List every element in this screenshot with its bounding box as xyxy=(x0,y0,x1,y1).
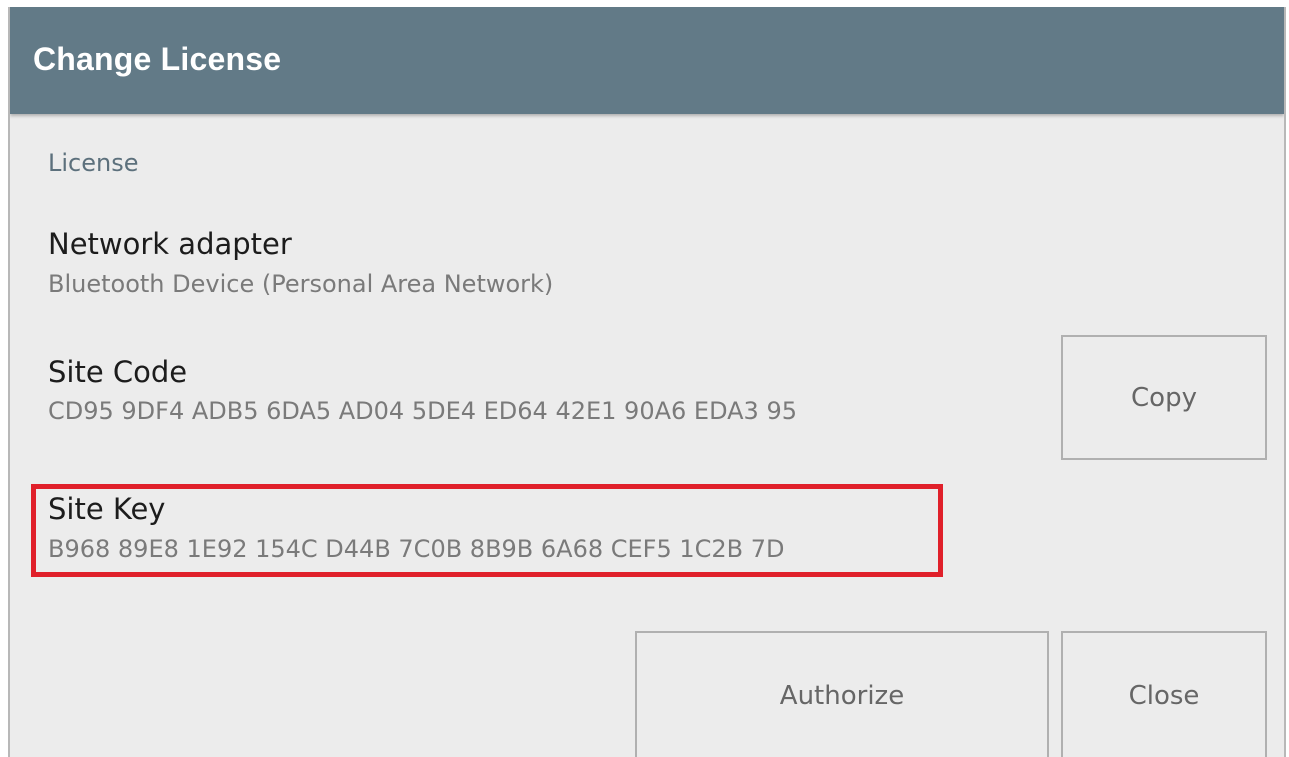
site-code-label: Site Code xyxy=(48,355,188,389)
dialog-titlebar: Change License xyxy=(10,7,1284,114)
site-key-label: Site Key xyxy=(48,492,166,526)
authorize-button[interactable]: Authorize xyxy=(635,631,1049,757)
site-key-highlight-box xyxy=(31,484,943,577)
site-key-value: B968 89E8 1E92 154C D44B 7C0B 8B9B 6A68 … xyxy=(48,535,785,563)
close-button[interactable]: Close xyxy=(1061,631,1267,757)
change-license-dialog: Change License License Network adapter B… xyxy=(8,7,1286,757)
copy-button[interactable]: Copy xyxy=(1061,335,1267,460)
site-code-value: CD95 9DF4 ADB5 6DA5 AD04 5DE4 ED64 42E1 … xyxy=(48,397,797,425)
network-adapter-label: Network adapter xyxy=(48,227,292,261)
dialog-title: Change License xyxy=(33,41,282,77)
section-label-license: License xyxy=(48,149,139,177)
network-adapter-value: Bluetooth Device (Personal Area Network) xyxy=(48,270,554,298)
